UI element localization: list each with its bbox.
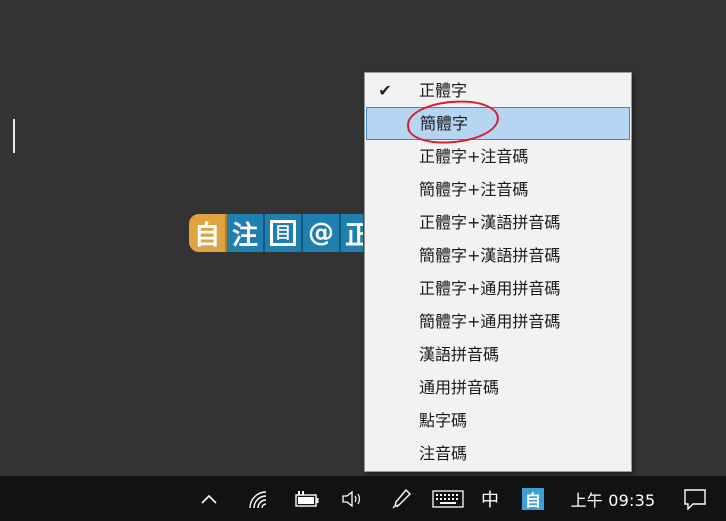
menu-item-label: 點字碼 xyxy=(419,411,468,430)
menu-item-simplified-zhuyin[interactable]: 簡體字+注音碼 xyxy=(366,173,630,206)
ime-output-menu: ✔ 正體字 簡體字 正體字+注音碼 簡體字+注音碼 正體字+漢語拼音碼 簡體字+… xyxy=(364,72,632,472)
pen-icon xyxy=(392,488,411,508)
ime-fullwidth-button[interactable]: 目 xyxy=(265,214,303,252)
menu-item-label: 簡體字+通用拼音碼 xyxy=(419,312,561,331)
menu-item-simplified-tongyong-pinyin[interactable]: 簡體字+通用拼音碼 xyxy=(366,305,630,338)
menu-item-hanyu-pinyin[interactable]: 漢語拼音碼 xyxy=(366,338,630,371)
input-language-button[interactable]: 中 xyxy=(478,476,502,521)
checkmark-icon: ✔ xyxy=(378,80,392,100)
menu-item-label: 正體字 xyxy=(419,81,468,100)
menu-item-label: 簡體字 xyxy=(420,114,469,133)
volume-button[interactable] xyxy=(338,476,366,521)
battery-button[interactable] xyxy=(290,476,322,521)
touch-keyboard-button[interactable] xyxy=(430,476,466,521)
pen-workspace-button[interactable] xyxy=(388,476,414,521)
action-center-button[interactable] xyxy=(680,476,710,521)
menu-item-simplified-hanyu-pinyin[interactable]: 簡體字+漢語拼音碼 xyxy=(366,239,630,272)
menu-item-traditional-zhuyin[interactable]: 正體字+注音碼 xyxy=(366,140,630,173)
battery-charging-icon xyxy=(295,490,319,507)
keyboard-icon xyxy=(432,489,464,508)
ime-fullwidth-icon: 目 xyxy=(270,220,296,246)
menu-item-label: 正體字+漢語拼音碼 xyxy=(419,213,561,232)
menu-item-tongyong-pinyin[interactable]: 通用拼音碼 xyxy=(366,371,630,404)
ime-script-button[interactable]: 正 xyxy=(341,214,365,252)
menu-item-zhuyin[interactable]: 注音碼 xyxy=(366,437,630,470)
ime-tray-icon: 自 xyxy=(522,487,544,510)
menu-item-label: 注音碼 xyxy=(419,444,468,463)
menu-item-label: 正體字+注音碼 xyxy=(419,147,529,166)
menu-item-label: 簡體字+漢語拼音碼 xyxy=(419,246,561,265)
menu-item-simplified[interactable]: 簡體字 xyxy=(366,97,630,147)
ime-symbol-button[interactable]: @ xyxy=(303,214,341,252)
menu-item-traditional-hanyu-pinyin[interactable]: 正體字+漢語拼音碼 xyxy=(366,206,630,239)
wifi-icon xyxy=(249,490,267,508)
notification-icon xyxy=(684,488,706,510)
menu-item-traditional[interactable]: ✔ 正體字 xyxy=(366,74,630,107)
text-cursor xyxy=(13,119,15,153)
ime-tray-button[interactable]: 自 xyxy=(520,476,546,521)
menu-item-label: 簡體字+注音碼 xyxy=(419,180,529,199)
taskbar: 中 自 上午 09:35 xyxy=(0,476,726,521)
menu-item-braille[interactable]: 點字碼 xyxy=(366,404,630,437)
network-button[interactable] xyxy=(245,476,271,521)
ime-mode-button[interactable]: 自 xyxy=(189,214,227,252)
speaker-icon xyxy=(342,490,361,507)
menu-item-label: 漢語拼音碼 xyxy=(419,345,500,364)
ime-toolbar: 自 注 目 @ 正 xyxy=(189,214,365,252)
chevron-up-icon xyxy=(201,494,217,504)
menu-item-label: 通用拼音碼 xyxy=(419,378,500,397)
ime-zhuyin-button[interactable]: 注 xyxy=(227,214,265,252)
menu-item-traditional-tongyong-pinyin[interactable]: 正體字+通用拼音碼 xyxy=(366,272,630,305)
menu-item-label: 正體字+通用拼音碼 xyxy=(419,279,561,298)
clock[interactable]: 上午 09:35 xyxy=(566,476,660,521)
show-hidden-icons-button[interactable] xyxy=(196,476,222,521)
